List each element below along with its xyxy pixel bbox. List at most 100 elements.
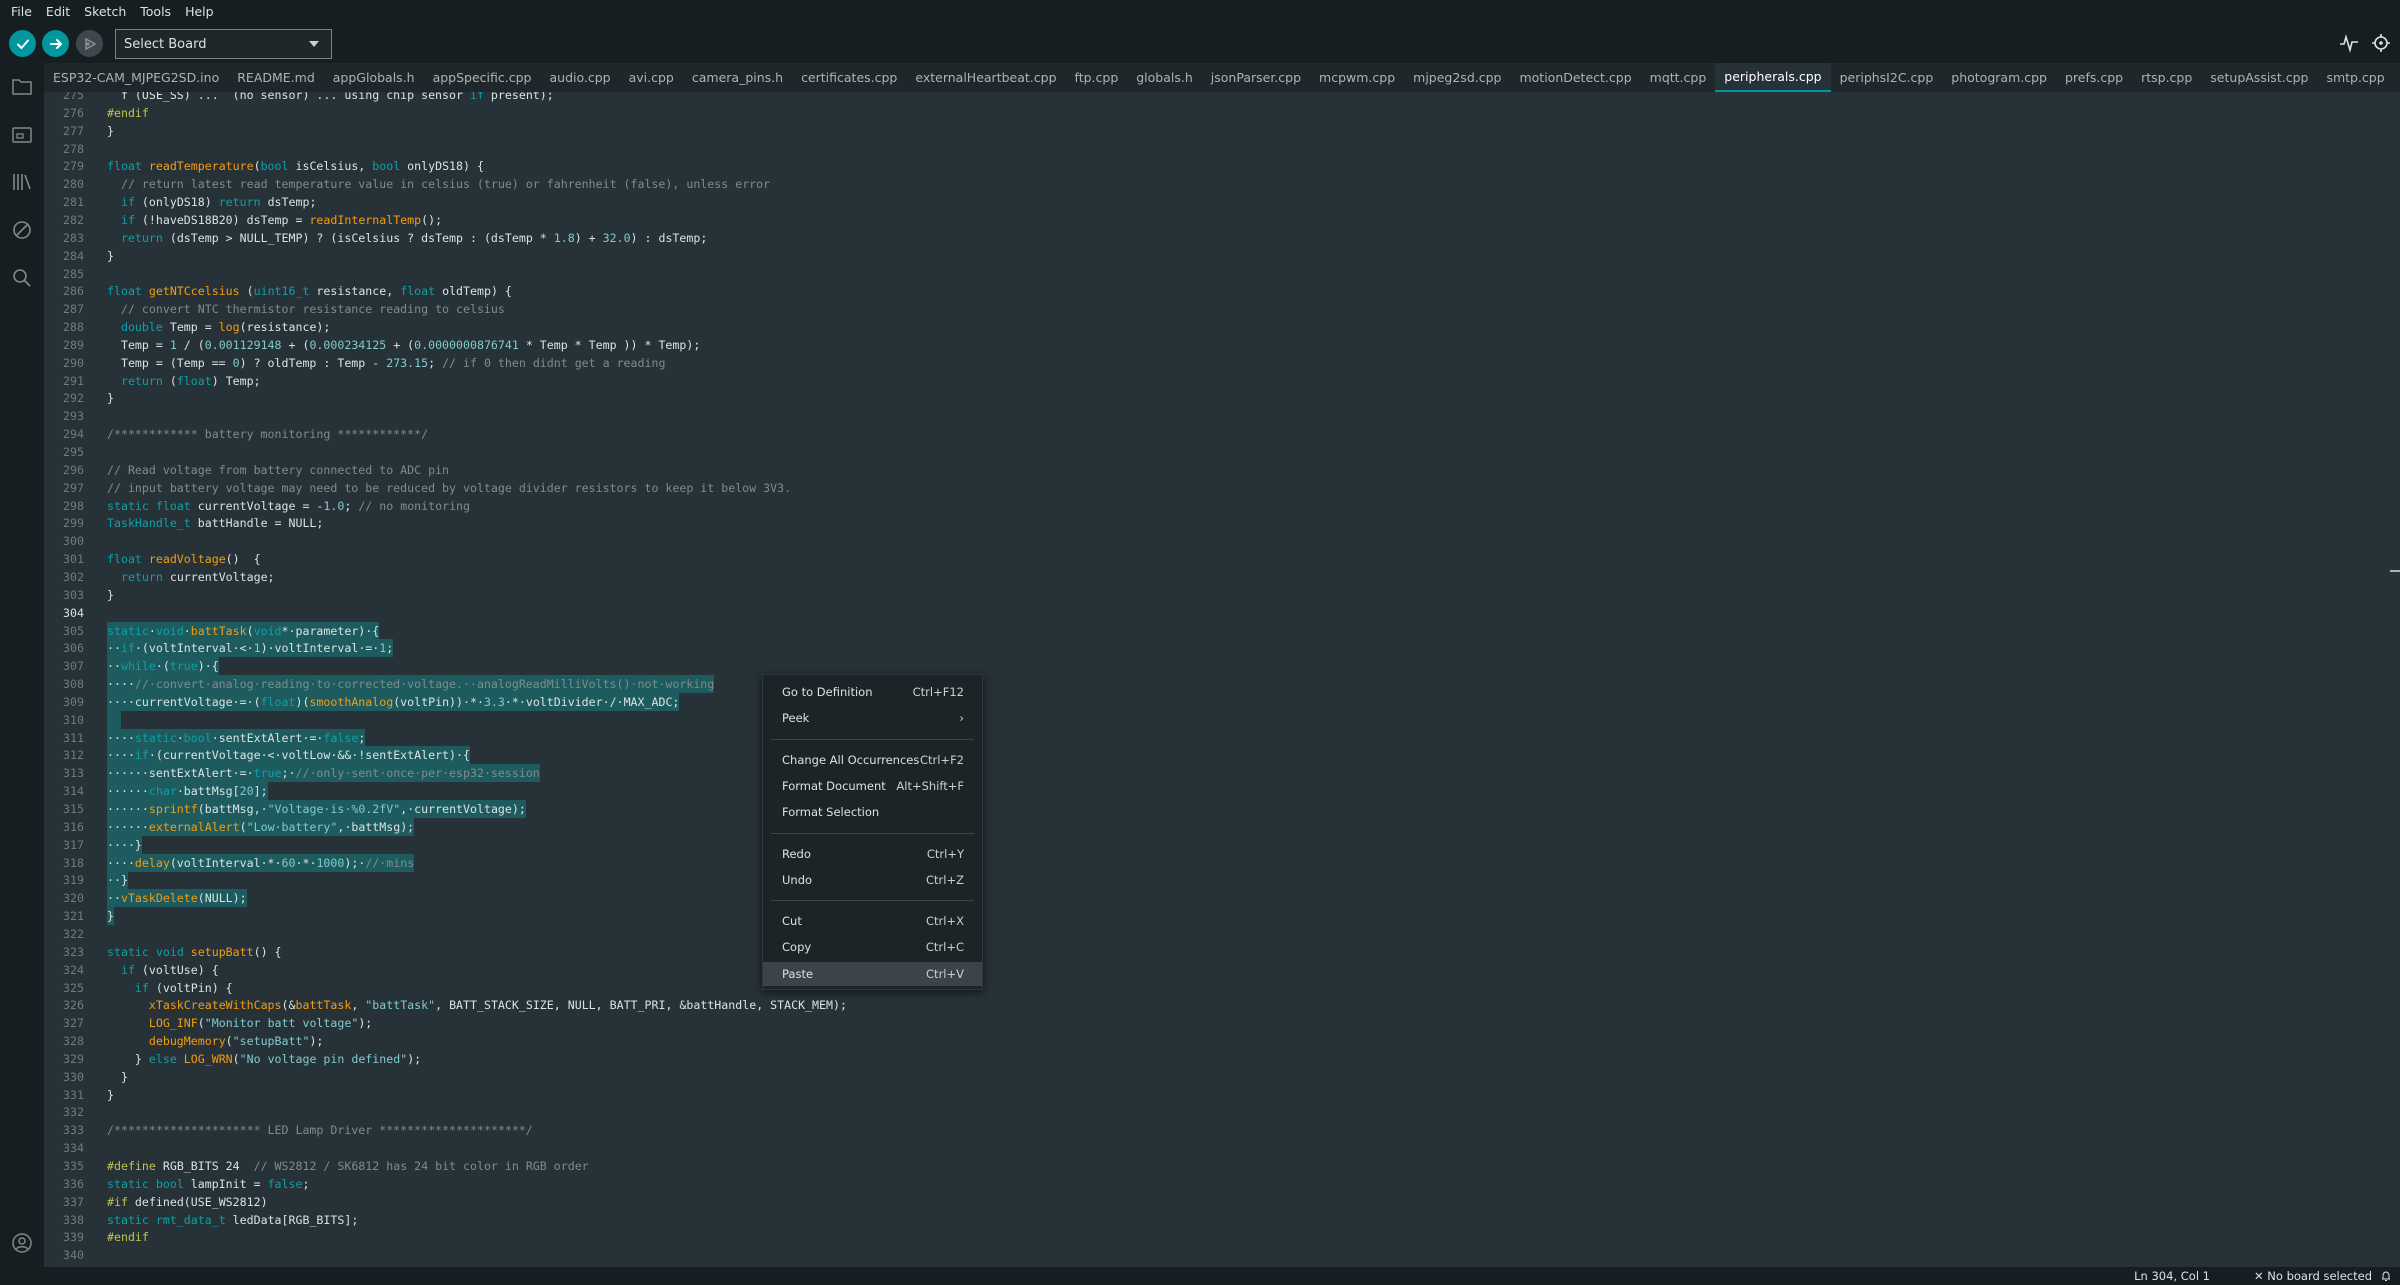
- file-tab[interactable]: mcpwm.cpp: [1310, 63, 1404, 92]
- code-line[interactable]: 306 ··if·(voltInterval·<·1)·voltInterval·…: [44, 639, 2400, 658]
- code-line[interactable]: 338 static rmt_data_t ledData[RGB_BITS];: [44, 1211, 2400, 1229]
- context-menu-item-copy[interactable]: Copy Ctrl+C: [763, 935, 982, 959]
- context-menu-item-format-document[interactable]: Format Document Alt+Shift+F: [763, 774, 982, 798]
- file-tab[interactable]: audio.cpp: [540, 63, 619, 92]
- code-line[interactable]: 318 ····delay(voltInterval·*·60·*·1000);·…: [44, 853, 2400, 872]
- context-menu-item-redo[interactable]: Redo Ctrl+Y: [763, 842, 982, 866]
- code-editor[interactable]: 275 f (USE_SS) ... (no sensor) ... using…: [44, 92, 2400, 1267]
- code-line[interactable]: 316 ······externalAlert("Low·battery",·ba…: [44, 817, 2400, 836]
- code-line[interactable]: 335 #define RGB_BITS 24 // WS2812 / SK681…: [44, 1157, 2400, 1175]
- code-line[interactable]: 313 ······sentExtAlert·=·true;·//·only·se…: [44, 764, 2400, 783]
- context-menu-item-go-to-definition[interactable]: Go to Definition Ctrl+F12: [763, 680, 982, 704]
- file-tab[interactable]: jsonParser.cpp: [1202, 63, 1310, 92]
- code-line[interactable]: 300: [44, 532, 2400, 550]
- verify-button[interactable]: [9, 30, 36, 57]
- file-tab[interactable]: appGlobals.h: [324, 63, 424, 92]
- code-line[interactable]: 283 return (dsTemp > NULL_TEMP) ? (isCel…: [44, 229, 2400, 247]
- code-line[interactable]: 288 double Temp = log(resistance);: [44, 318, 2400, 336]
- file-tab[interactable]: mqtt.cpp: [1641, 63, 1716, 92]
- code-line[interactable]: 304: [44, 604, 2400, 622]
- file-tab[interactable]: rtsp.cpp: [2132, 63, 2201, 92]
- library-manager-icon[interactable]: [10, 170, 34, 194]
- file-tab[interactable]: globals.h: [1127, 63, 1202, 92]
- file-tab[interactable]: prefs.cpp: [2056, 63, 2132, 92]
- context-menu-item-change-all-occurrences[interactable]: Change All Occurrences Ctrl+F2: [763, 748, 982, 772]
- code-line[interactable]: 315 ······sprintf(battMsg,·"Voltage·is·%0…: [44, 800, 2400, 818]
- menu-edit[interactable]: Edit: [39, 0, 77, 23]
- sketchbook-icon[interactable]: [10, 75, 34, 99]
- code-line[interactable]: 330 }: [44, 1068, 2400, 1086]
- code-line[interactable]: 285: [44, 265, 2400, 283]
- bell-icon[interactable]: [2380, 1270, 2392, 1282]
- menu-help[interactable]: Help: [178, 0, 221, 23]
- code-line[interactable]: 314 ······char·battMsg[20];: [44, 782, 2400, 801]
- file-tab[interactable]: mjpeg2sd.cpp: [1404, 63, 1510, 92]
- code-line[interactable]: 303}: [44, 586, 2400, 604]
- code-line[interactable]: 279 float readTemperature(bool isCelsius,…: [44, 157, 2400, 175]
- code-line[interactable]: 332: [44, 1103, 2400, 1121]
- code-line[interactable]: 323 static void setupBatt() {: [44, 943, 2400, 961]
- code-line[interactable]: 277}: [44, 122, 2400, 140]
- file-tab[interactable]: certificates.cpp: [792, 63, 906, 92]
- code-line[interactable]: 291 return (float) Temp;: [44, 372, 2400, 390]
- debug-button[interactable]: [76, 30, 103, 57]
- code-line[interactable]: 319 ··}: [44, 871, 2400, 890]
- upload-button[interactable]: [42, 30, 69, 57]
- code-line[interactable]: 334: [44, 1139, 2400, 1157]
- code-line[interactable]: 333 /********************* LED Lamp Drive…: [44, 1121, 2400, 1139]
- file-tab[interactable]: smtp.cpp: [2317, 63, 2393, 92]
- code-line[interactable]: 317 ····}: [44, 835, 2400, 854]
- file-tab[interactable]: peripherals.cpp: [1715, 63, 1831, 92]
- file-tab[interactable]: appSpecific.cpp: [424, 63, 541, 92]
- menu-file[interactable]: File: [4, 0, 39, 23]
- file-tab[interactable]: motionDetect.cpp: [1510, 63, 1640, 92]
- code-line[interactable]: 340: [44, 1246, 2400, 1264]
- file-tab[interactable]: ESP32-CAM_MJPEG2SD.ino: [44, 63, 228, 92]
- context-menu-item-undo[interactable]: Undo Ctrl+Z: [763, 868, 982, 892]
- code-line[interactable]: 302 return currentVoltage;: [44, 568, 2400, 586]
- code-line[interactable]: 328 debugMemory("setupBatt");: [44, 1032, 2400, 1050]
- file-tab[interactable]: ftp.cpp: [1066, 63, 1128, 92]
- code-line[interactable]: 337 #if defined(USE_WS2812): [44, 1193, 2400, 1211]
- code-line[interactable]: 310: [44, 710, 2400, 729]
- code-line[interactable]: 311 ····static·bool·sentExtAlert·=·false;: [44, 728, 2400, 747]
- menu-sketch[interactable]: Sketch: [77, 0, 133, 23]
- code-line[interactable]: 329 } else LOG_WRN("No voltage pin defin…: [44, 1050, 2400, 1068]
- context-menu-item-peek[interactable]: Peek ›: [763, 706, 982, 730]
- code-line[interactable]: 297 // input battery voltage may need to …: [44, 479, 2400, 497]
- code-line[interactable]: 278: [44, 140, 2400, 158]
- code-line[interactable]: 298 static float currentVoltage = -1.0; /…: [44, 497, 2400, 515]
- file-tab[interactable]: externalHeartbeat.cpp: [906, 63, 1065, 92]
- code-line[interactable]: 282 if (!haveDS18B20) dsTemp = readInter…: [44, 211, 2400, 229]
- code-line[interactable]: 275 f (USE_SS) ... (no sensor) ... using…: [44, 92, 2400, 104]
- context-menu-item-paste[interactable]: Paste Ctrl+V: [763, 961, 982, 986]
- code-line[interactable]: 331}: [44, 1086, 2400, 1104]
- file-tab[interactable]: camera_pins.h: [683, 63, 792, 92]
- code-line[interactable]: 299 TaskHandle_t battHandle = NULL;: [44, 514, 2400, 532]
- menu-tools[interactable]: Tools: [133, 0, 178, 23]
- code-line[interactable]: 287 // convert NTC thermistor resistance…: [44, 300, 2400, 318]
- serial-plotter-button[interactable]: [2338, 32, 2360, 54]
- account-icon[interactable]: [10, 1231, 34, 1255]
- file-tab[interactable]: README.md: [228, 63, 324, 92]
- code-line[interactable]: 321}: [44, 907, 2400, 926]
- boards-manager-icon[interactable]: [10, 123, 34, 147]
- context-menu-item-format-selection[interactable]: Format Selection: [763, 800, 982, 824]
- code-line[interactable]: 296 // Read voltage from battery connecte…: [44, 461, 2400, 479]
- file-tab[interactable]: setupAssist.cpp: [2201, 63, 2317, 92]
- context-menu-item-cut[interactable]: Cut Ctrl+X: [763, 909, 982, 933]
- code-line[interactable]: 327 LOG_INF("Monitor batt voltage");: [44, 1014, 2400, 1032]
- code-line[interactable]: 325 if (voltPin) {: [44, 979, 2400, 997]
- code-line[interactable]: 322: [44, 925, 2400, 943]
- code-line[interactable]: 326 xTaskCreateWithCaps(&battTask, "batt…: [44, 996, 2400, 1014]
- code-line[interactable]: 293: [44, 407, 2400, 425]
- code-line[interactable]: 336 static bool lampInit = false;: [44, 1175, 2400, 1193]
- code-line[interactable]: 305 static·void·battTask(void*·parameter)…: [44, 621, 2400, 640]
- code-line[interactable]: 307 ··while·(true)·{: [44, 657, 2400, 676]
- cursor-position[interactable]: Ln 304, Col 1: [2134, 1269, 2210, 1283]
- code-line[interactable]: 290 Temp = (Temp == 0) ? oldTemp : Temp …: [44, 354, 2400, 372]
- code-line[interactable]: 324 if (voltUse) {: [44, 961, 2400, 979]
- board-selector[interactable]: Select Board: [115, 29, 332, 59]
- code-line[interactable]: 276 #endif: [44, 104, 2400, 122]
- file-tab[interactable]: streamServer.cpp: [2394, 63, 2400, 92]
